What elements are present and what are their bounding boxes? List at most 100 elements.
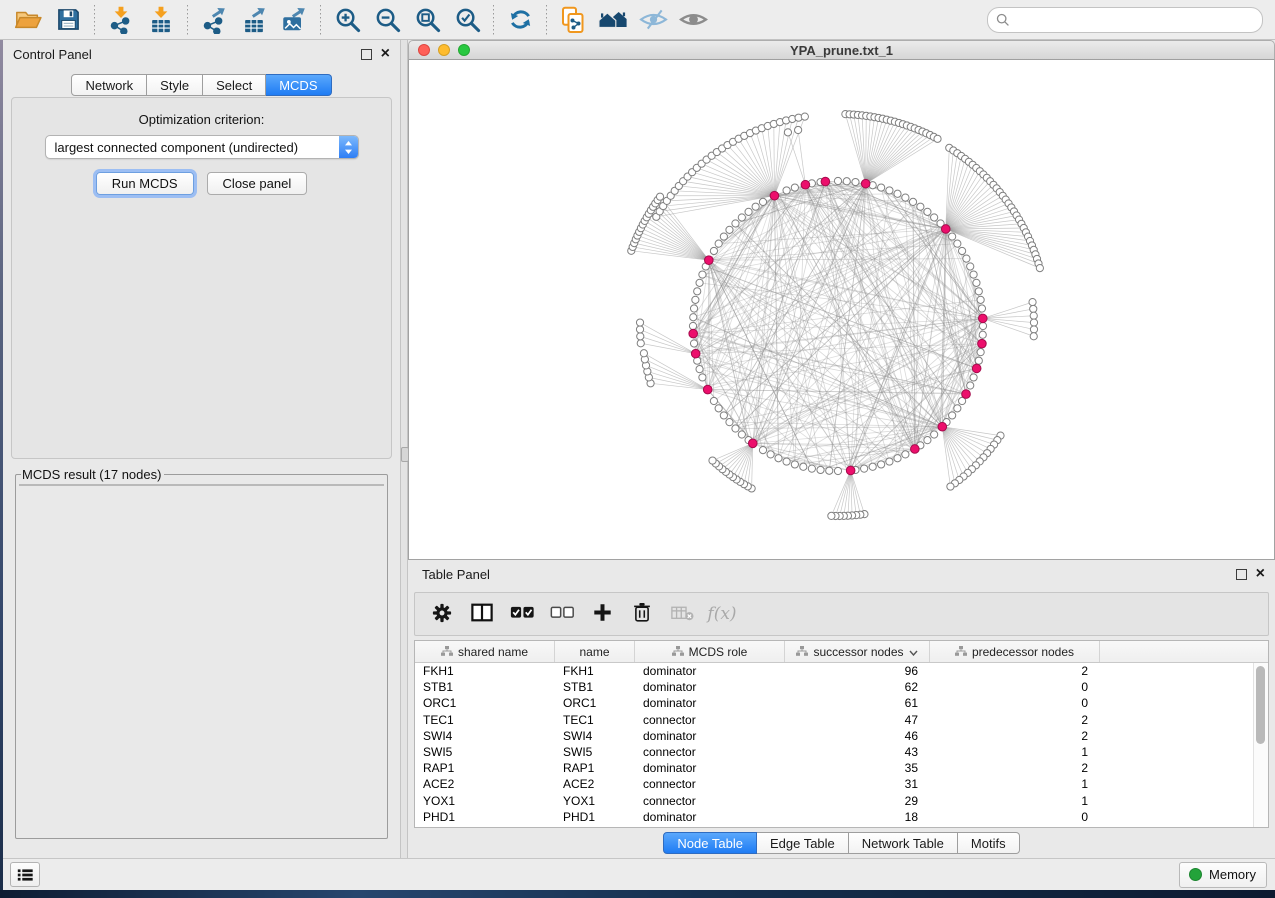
close-table-panel-icon[interactable]: × [1256,568,1265,580]
table-row[interactable]: FKH1FKH1dominator962 [415,663,1268,679]
network-view [408,60,1275,560]
delete-columns-button[interactable] [623,596,661,632]
tab-style[interactable]: Style [147,74,203,96]
mcds-result-list: PHD1CAR1STP4TID3YOX1SWI4SRD1PMA2FKH1ACE2… [19,484,384,486]
cell-predecessor-nodes: 1 [930,777,1100,791]
float-panel-icon[interactable] [361,49,372,60]
zoom-out-button[interactable] [367,3,407,37]
cell-MCDS-role: connector [635,777,785,791]
panel-splitter[interactable] [400,40,408,858]
zoom-selected-button[interactable] [447,3,487,37]
tab-select[interactable]: Select [203,74,266,96]
refresh-view-icon [507,6,534,33]
task-history-button[interactable] [10,862,40,887]
cell-successor-nodes: 46 [785,729,930,743]
zoom-in-button[interactable] [327,3,367,37]
close-panel-button[interactable]: Close panel [207,172,308,195]
column-header-MCDS-role[interactable]: MCDS role [635,641,785,662]
run-mcds-button[interactable]: Run MCDS [96,172,194,195]
cell-MCDS-role: dominator [635,761,785,775]
criterion-select-value: largest connected component (undirected) [46,140,339,155]
table-toolbar: f(x) [414,592,1269,636]
splitter-grip[interactable] [401,447,409,462]
criterion-select[interactable]: largest connected component (undirected) [45,135,359,159]
import-table-button[interactable] [141,3,181,37]
cell-MCDS-role: dominator [635,696,785,710]
table-settings-button[interactable] [423,596,461,632]
cell-predecessor-nodes: 2 [930,664,1100,678]
table-row[interactable]: SWI4SWI4dominator462 [415,728,1268,744]
float-table-panel-icon[interactable] [1236,569,1247,580]
deselect-all-rows-button[interactable] [543,596,581,632]
table-row[interactable]: PHD1PHD1dominator180 [415,809,1268,825]
column-header-name[interactable]: name [555,641,635,662]
export-image-button[interactable] [274,3,314,37]
column-type-icon [441,645,453,659]
tab-network[interactable]: Network [71,74,147,96]
memory-button[interactable]: Memory [1179,862,1267,888]
cell-predecessor-nodes: 0 [930,810,1100,824]
desktop-wallpaper: Control Panel × NetworkStyleSelectMCDS O… [0,0,1275,898]
cell-successor-nodes: 62 [785,680,930,694]
toggle-panel-columns-button[interactable] [463,596,501,632]
toolbar-separator [546,5,547,35]
delete-columns-icon [633,602,651,626]
column-type-icon [672,645,684,659]
network-window-titlebar: YPA_prune.txt_1 [408,40,1275,60]
cell-predecessor-nodes: 1 [930,794,1100,808]
network-canvas[interactable] [409,60,1269,560]
tab-motifs[interactable]: Motifs [958,832,1020,854]
cell-successor-nodes: 18 [785,810,930,824]
cytoscape-window: Control Panel × NetworkStyleSelectMCDS O… [0,0,1275,890]
show-hidden-icon [679,8,708,31]
search-box[interactable] [987,7,1263,33]
cell-successor-nodes: 96 [785,664,930,678]
table-scrollbar-track [1253,663,1268,827]
function-builder-icon: f(x) [707,604,736,624]
table-row[interactable]: ACE2ACE2connector311 [415,776,1268,792]
select-all-rows-button[interactable] [503,596,541,632]
control-panel: Control Panel × NetworkStyleSelectMCDS O… [3,40,400,858]
cell-shared-name: RAP1 [415,761,555,775]
create-column-button[interactable] [583,596,621,632]
table-row[interactable]: STB1STB1dominator620 [415,679,1268,695]
cell-name: ACE2 [555,777,635,791]
table-row[interactable]: YOX1YOX1connector291 [415,793,1268,809]
cell-MCDS-role: dominator [635,664,785,678]
table-panel-title: Table Panel [422,567,1236,582]
clone-network-button[interactable] [553,3,593,37]
search-input[interactable] [1015,11,1254,28]
delete-table-button [663,596,701,632]
table-row[interactable]: RAP1RAP1dominator352 [415,760,1268,776]
show-hidden-button [673,3,713,37]
tab-node-table[interactable]: Node Table [663,832,757,854]
save-session-icon [56,7,81,32]
cell-successor-nodes: 47 [785,713,930,727]
tab-edge-table[interactable]: Edge Table [757,832,849,854]
table-settings-icon [432,603,452,626]
save-session-button[interactable] [48,3,88,37]
column-header-predecessor-nodes[interactable]: predecessor nodes [930,641,1100,662]
column-header-shared-name[interactable]: shared name [415,641,555,662]
export-table-icon [240,6,268,34]
cell-predecessor-nodes: 2 [930,729,1100,743]
cell-name: STB1 [555,680,635,694]
export-table-button[interactable] [234,3,274,37]
tab-network-table[interactable]: Network Table [849,832,958,854]
table-row[interactable]: TEC1TEC1connector472 [415,712,1268,728]
list-icon [17,867,33,883]
column-header-successor-nodes[interactable]: successor nodes [785,641,930,662]
column-type-icon [955,645,967,659]
open-file-button[interactable] [8,3,48,37]
refresh-view-button[interactable] [500,3,540,37]
toggle-panel-columns-icon [471,603,493,625]
show-neighbors-button[interactable] [593,3,633,37]
table-row[interactable]: ORC1ORC1dominator610 [415,695,1268,711]
table-scrollbar-thumb[interactable] [1256,666,1265,744]
close-panel-icon[interactable]: × [381,48,390,60]
export-network-button[interactable] [194,3,234,37]
table-row[interactable]: SWI5SWI5connector431 [415,744,1268,760]
zoom-fit-button[interactable] [407,3,447,37]
import-network-button[interactable] [101,3,141,37]
tab-mcds[interactable]: MCDS [266,74,331,96]
